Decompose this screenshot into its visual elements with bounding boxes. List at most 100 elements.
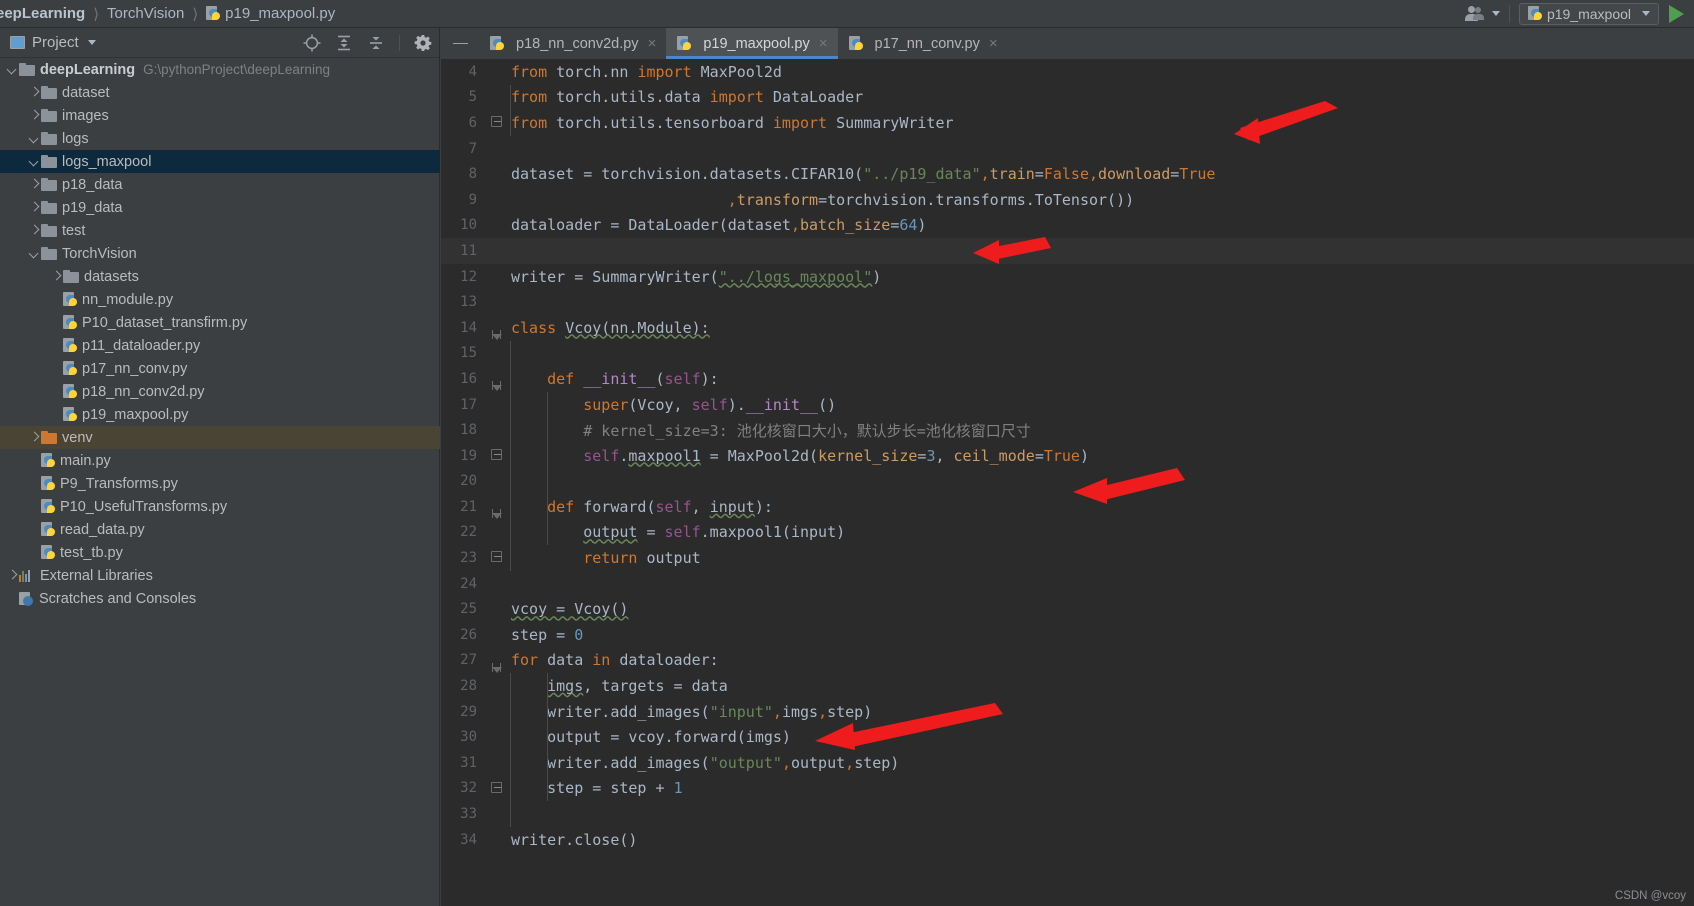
code-line-9[interactable]: 9 ,transform=torchvision.transforms.ToTe… (441, 187, 1694, 213)
people-icon[interactable] (1464, 5, 1487, 22)
fold-gutter[interactable] (486, 699, 508, 725)
close-icon[interactable]: × (648, 35, 657, 52)
code-line-27[interactable]: 27 for data in dataloader: (441, 648, 1694, 674)
close-icon[interactable]: × (819, 35, 828, 52)
fold-gutter[interactable] (486, 136, 508, 162)
chevron-down-icon[interactable] (87, 40, 96, 45)
fold-gutter[interactable] (486, 392, 508, 418)
fold-gutter[interactable] (486, 750, 508, 776)
chevron-right-icon[interactable] (28, 431, 41, 444)
code-line-6[interactable]: 6 from torch.utils.tensorboard import Sum… (441, 110, 1694, 136)
fold-gutter[interactable] (486, 341, 508, 367)
fold-gutter[interactable] (486, 443, 508, 469)
code-line-7[interactable]: 7 (441, 136, 1694, 162)
tree-item-test_tb.py[interactable]: test_tb.py (0, 541, 440, 564)
code-line-20[interactable]: 20 (441, 468, 1694, 495)
fold-gutter[interactable] (486, 801, 508, 827)
code-line-32[interactable]: 32 step = step + 1 (441, 775, 1694, 802)
chevron-right-icon[interactable] (6, 569, 19, 582)
project-file-tree[interactable]: deepLearning G:\pythonProject\deepLearnin… (0, 58, 440, 906)
collapse-all-icon[interactable] (367, 34, 385, 52)
chevron-right-icon[interactable] (28, 178, 41, 191)
fold-gutter[interactable] (486, 417, 508, 443)
fold-gutter[interactable] (486, 110, 508, 136)
fold-gutter[interactable] (486, 264, 508, 290)
tree-item-p17_nn_conv.py[interactable]: p17_nn_conv.py (0, 357, 440, 380)
editor-tab-p19_maxpool[interactable]: p19_maxpool.py × (666, 28, 838, 59)
code-line-23[interactable]: 23 return output (441, 545, 1694, 571)
code-line-28[interactable]: 28 imgs, targets = data (441, 673, 1694, 699)
code-line-31[interactable]: 31 writer.add_images("output",output,ste… (441, 750, 1694, 776)
code-line-4[interactable]: 4 from torch.nn import MaxPool2d (441, 59, 1694, 85)
fold-gutter[interactable] (486, 724, 508, 750)
tree-item-p10_usefultransforms.py[interactable]: P10_UsefulTransforms.py (0, 495, 440, 518)
tree-item-read_data.py[interactable]: read_data.py (0, 518, 440, 541)
code-line-33[interactable]: 33 (441, 801, 1694, 827)
tree-item-logs[interactable]: logs (0, 127, 440, 150)
breadcrumb-item-project[interactable]: eepLearning (0, 5, 85, 22)
fold-gutter[interactable] (486, 469, 508, 495)
breadcrumb-item-folder[interactable]: TorchVision (107, 5, 184, 22)
code-line-21[interactable]: 21 def forward(self, input): (441, 494, 1694, 520)
fold-gutter[interactable] (486, 85, 508, 111)
fold-gutter[interactable] (486, 289, 508, 315)
code-line-30[interactable]: 30 output = vcoy.forward(imgs) (441, 724, 1694, 751)
fold-gutter[interactable] (486, 494, 508, 520)
tree-item-p19_data[interactable]: p19_data (0, 196, 440, 219)
fold-gutter[interactable] (486, 545, 508, 571)
chevron-down-icon[interactable] (1491, 11, 1500, 16)
fold-gutter[interactable] (486, 827, 508, 853)
fold-gutter[interactable] (486, 315, 508, 341)
chevron-right-icon[interactable] (28, 201, 41, 214)
code-line-8[interactable]: 8 dataset = torchvision.datasets.CIFAR10(… (441, 161, 1694, 187)
run-configuration-selector[interactable]: p19_maxpool (1518, 2, 1659, 25)
tree-item-logs_maxpool[interactable]: logs_maxpool (0, 150, 440, 173)
locate-target-icon[interactable] (303, 34, 321, 52)
close-icon[interactable]: × (989, 35, 998, 52)
tree-item-images[interactable]: images (0, 104, 440, 127)
chevron-right-icon[interactable] (28, 86, 41, 99)
fold-gutter[interactable] (486, 648, 508, 674)
code-editor[interactable]: 4 from torch.nn import MaxPool2d 5 from tor… (441, 59, 1694, 906)
tree-item-p11_dataloader.py[interactable]: p11_dataloader.py (0, 334, 440, 357)
tree-item-test[interactable]: test (0, 219, 440, 242)
tree-item-main.py[interactable]: main.py (0, 449, 440, 472)
code-line-24[interactable]: 24 (441, 571, 1694, 597)
expand-all-icon[interactable] (335, 34, 353, 52)
editor-tab-p17_nn_conv[interactable]: p17_nn_conv.py × (837, 28, 1008, 59)
breadcrumb-item-file[interactable]: p19_maxpool.py (225, 5, 335, 22)
tree-item-nn_module.py[interactable]: nn_module.py (0, 288, 440, 311)
minimize-icon[interactable] (441, 28, 479, 59)
chevron-right-icon[interactable] (28, 109, 41, 122)
fold-gutter[interactable] (486, 161, 508, 187)
code-line-29[interactable]: 29 writer.add_images("input",imgs,step) (441, 698, 1694, 725)
code-line-16[interactable]: 16 def __init__(self): (441, 366, 1694, 392)
code-line-15[interactable]: 15 (441, 340, 1694, 367)
fold-gutter[interactable] (486, 520, 508, 546)
run-triangle-icon[interactable] (1669, 4, 1684, 23)
gear-icon[interactable] (414, 34, 432, 52)
fold-gutter[interactable] (486, 59, 508, 85)
tree-item-p10_dataset_transfirm.py[interactable]: P10_dataset_transfirm.py (0, 311, 440, 334)
code-line-22[interactable]: 22 output = self.maxpool1(input) (441, 519, 1694, 546)
tree-item-scratches-and-consoles[interactable]: Scratches and Consoles (0, 587, 440, 610)
fold-gutter[interactable] (486, 238, 508, 264)
code-line-34[interactable]: 34 writer.close() (441, 827, 1694, 853)
code-line-17[interactable]: 17 super(Vcoy, self).__init__() (441, 391, 1694, 418)
code-line-10[interactable]: 10 dataloader = DataLoader(dataset,batch_… (441, 213, 1694, 239)
code-line-18[interactable]: 18 # kernel_size=3: 池化核窗口大小，默认步长=池化核窗口尺寸 (441, 417, 1694, 443)
code-line-12[interactable]: 12 writer = SummaryWriter("../logs_maxpoo… (441, 264, 1694, 290)
code-line-11[interactable]: 11 (441, 238, 1694, 264)
tree-item-p9_transforms.py[interactable]: P9_Transforms.py (0, 472, 440, 495)
tree-item-deeplearning[interactable]: deepLearning G:\pythonProject\deepLearnin… (0, 58, 440, 81)
fold-gutter[interactable] (486, 571, 508, 597)
code-line-19[interactable]: 19 self.maxpool1 = MaxPool2d(kernel_size… (441, 442, 1694, 469)
fold-gutter[interactable] (486, 622, 508, 648)
tree-item-p18_nn_conv2d.py[interactable]: p18_nn_conv2d.py (0, 380, 440, 403)
code-line-26[interactable]: 26 step = 0 (441, 622, 1694, 648)
tree-item-venv[interactable]: venv (0, 426, 440, 449)
code-line-13[interactable]: 13 (441, 289, 1694, 315)
code-line-5[interactable]: 5 from torch.utils.data import DataLoader (441, 84, 1694, 111)
code-line-25[interactable]: 25 vcoy = Vcoy() (441, 596, 1694, 622)
tree-item-external-libraries[interactable]: External Libraries (0, 564, 440, 587)
